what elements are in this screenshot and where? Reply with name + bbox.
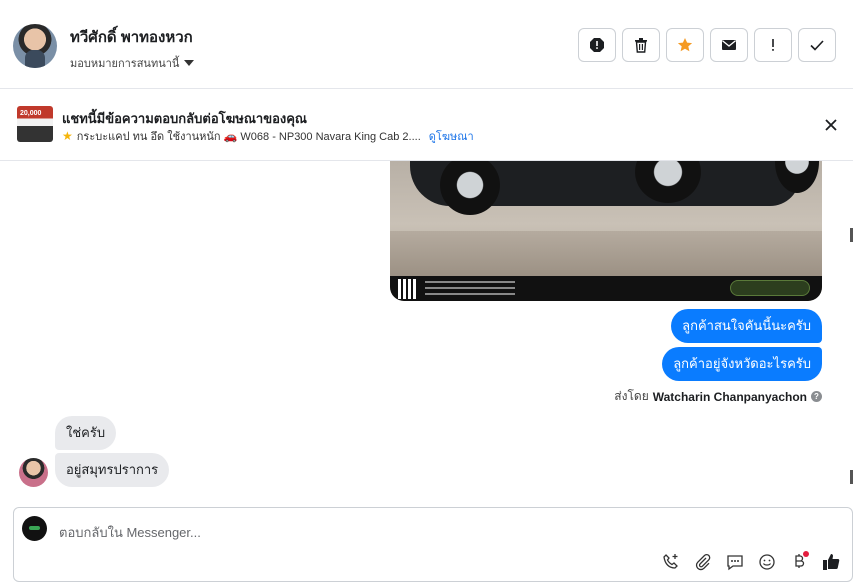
showroom-floor [390,231,822,276]
chevron-down-icon [184,60,195,66]
car-illustration [410,161,819,215]
close-icon[interactable] [823,117,839,133]
like-icon [823,554,840,570]
wheel-shape [440,161,500,215]
assign-label: มอบหมายการสนทนานี้ [70,58,180,70]
trash-icon [635,38,647,53]
qr-code-icon [398,279,418,299]
image-footer-bar [390,276,822,301]
help-icon[interactable]: ? [811,391,822,402]
ad-thumbnail-price: 20,000 [20,110,42,117]
notification-dot [803,551,809,557]
mark-done-button[interactable] [798,28,836,62]
star-icon: ★ [62,129,73,143]
reply-composer[interactable]: ตอบกลับใน Messenger... [13,507,853,582]
sent-by-prefix: ส่งโดย [614,389,649,403]
ad-banner-subtitle: ★ กระบะแคป ทน อึด ใช้งานหนัก 🚗 W068 - NP… [62,127,474,145]
star-button[interactable] [666,28,704,62]
spam-icon [590,38,604,52]
sender-name: Watcharin Chanpanyachon [652,389,807,404]
reply-input[interactable]: ตอบกลับใน Messenger... [59,522,201,543]
contact-avatar-small[interactable] [19,458,48,487]
wheel-shape [775,161,819,193]
view-ad-link[interactable]: ดูโฆษณา [429,127,474,145]
message-thread: ลูกค้าสนใจคันนี้นะครับ ลูกค้าอยู่จังหวัด… [0,161,853,506]
ad-banner-title: แชทนี้มีข้อความตอบกลับต่อโฆษณาของคุณ [62,111,307,126]
mail-icon [722,40,736,50]
sent-by-label: ส่งโดย Watcharin Chanpanyachon ? [614,387,822,406]
mark-unread-button[interactable] [710,28,748,62]
delete-button[interactable] [622,28,660,62]
incoming-message[interactable]: ใช่ครับ [55,416,117,450]
outgoing-message[interactable]: ลูกค้าอยู่จังหวัดอะไรครับ [662,347,822,381]
composer-toolbar [660,551,842,573]
contact-name[interactable]: ทวีศักดิ์ พาทองหวก [70,25,193,49]
call-add-icon [663,554,678,569]
assign-conversation-dropdown[interactable]: มอบหมายการสนทนานี้ [70,54,195,72]
emoji-icon [759,554,775,570]
contact-lines [425,281,515,283]
star-icon [677,38,693,52]
like-button[interactable] [820,551,842,573]
payment-button[interactable] [788,551,810,573]
car-ad-image[interactable] [390,161,822,301]
wheel-shape [635,161,701,203]
contact-avatar[interactable] [13,24,57,68]
check-icon [810,40,824,51]
page-avatar [22,516,47,541]
ad-context-banner: 20,000 แชทนี้มีข้อความตอบกลับต่อโฆษณาของ… [0,89,853,161]
emoji-button[interactable] [756,551,778,573]
attach-icon [695,553,711,571]
call-button[interactable] [660,551,682,573]
follow-up-button[interactable] [754,28,792,62]
attach-button[interactable] [692,551,714,573]
saved-replies-button[interactable] [724,551,746,573]
incoming-message[interactable]: อยู่สมุทรปราการ [55,453,170,487]
ad-name: กระบะแคป ทน อึด ใช้งานหนัก 🚗 W068 - NP30… [76,131,421,143]
mark-spam-button[interactable] [578,28,616,62]
dealer-logo [730,280,810,296]
outgoing-message[interactable]: ลูกค้าสนใจคันนี้นะครับ [671,309,822,343]
exclamation-icon [772,39,774,51]
ad-thumbnail[interactable]: 20,000 [17,106,53,142]
header-actions [578,28,836,62]
conversation-header: ทวีศักดิ์ พาทองหวก มอบหมายการสนทนานี้ [0,0,853,89]
saved-reply-icon [727,555,743,571]
